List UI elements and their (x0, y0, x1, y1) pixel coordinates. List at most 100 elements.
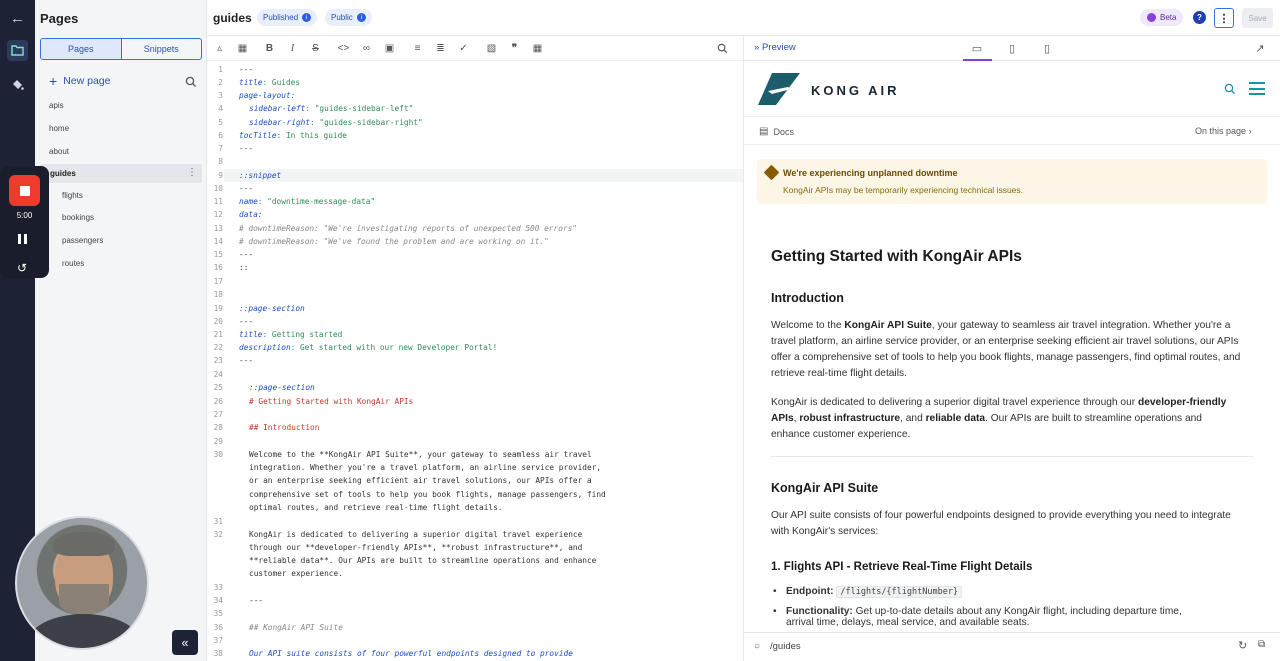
code-line: page-layout: (239, 91, 296, 100)
code-line: # Getting Started with KongAir APIs (249, 397, 414, 406)
sidebar-item-about[interactable]: about (49, 147, 69, 156)
sidebar-item-apis[interactable]: apis (49, 101, 64, 110)
collapse-sidebar-button[interactable]: « (172, 630, 198, 655)
search-icon[interactable] (716, 42, 729, 55)
warning-icon (763, 164, 780, 181)
code-line: name: "downtime-message-data" (239, 197, 376, 206)
help-icon[interactable]: ? (1193, 11, 1206, 24)
kong-air-logo (758, 73, 800, 105)
code-line: ## Introduction (249, 423, 320, 432)
info-icon: i (356, 13, 366, 22)
bold-icon[interactable]: B (263, 42, 276, 55)
code-line: ::page-section (239, 304, 305, 313)
document-title: guides (213, 11, 252, 25)
copy-icon[interactable]: ⧉ (1258, 639, 1265, 650)
docs-toggle[interactable]: ▤ Docs (759, 126, 794, 137)
code-line: ## KongAir API Suite (249, 623, 343, 632)
code-line: --- (239, 356, 254, 365)
line-number: 27 (213, 410, 223, 419)
code-line: title: Getting started (239, 330, 343, 339)
stop-recording-button[interactable] (9, 175, 40, 206)
restart-icon[interactable]: ↺ (17, 261, 27, 275)
image-icon[interactable]: ▣ (383, 42, 396, 55)
link-icon[interactable]: ∞ (360, 42, 373, 55)
line-number: 31 (213, 517, 223, 526)
code-line: --- (239, 250, 254, 259)
code-line: customer experience. (249, 569, 343, 578)
code-line: KongAir is dedicated to delivering a sup… (249, 530, 583, 539)
tab-snippets[interactable]: Snippets (120, 39, 202, 59)
desktop-view-icon[interactable]: ▭ (970, 41, 984, 55)
list-item: Endpoint: /flights/{flightNumber} (773, 586, 1246, 598)
preview-url-bar: ○ /guides ↻ ⧉ (743, 632, 1280, 661)
task-list-icon[interactable]: ✓ (457, 42, 470, 55)
bullet-list-icon[interactable]: ≡ (411, 42, 424, 55)
open-external-icon[interactable]: ↗ (1253, 41, 1267, 55)
quote-icon[interactable]: ❞ (508, 42, 521, 55)
cube-icon[interactable]: ▵ (213, 42, 226, 55)
save-button[interactable]: Save (1242, 8, 1273, 28)
item-menu-icon[interactable]: ⋮ (187, 167, 197, 178)
page-heading: Getting Started with KongAir APIs (771, 248, 1022, 265)
line-number: 15 (213, 250, 223, 259)
italic-icon[interactable]: I (286, 42, 299, 55)
search-icon[interactable] (1224, 83, 1236, 95)
markdown-editor[interactable]: 1 2 3 4 5 6 7 8 9 10 11 12 13 14 15 16 17 18 19 20 21 22 23 24 2… (207, 61, 743, 661)
preview-toggle[interactable]: » Preview (754, 42, 796, 53)
mobile-view-icon[interactable]: ▯ (1040, 41, 1054, 55)
code-line: description: Get started with our new De… (239, 343, 498, 352)
public-label: Public (331, 13, 353, 22)
line-number: 2 (218, 78, 223, 87)
line-number: 1 (218, 65, 223, 74)
more-options-button[interactable]: ⋮ (1214, 8, 1234, 28)
globe-icon: ○ (754, 641, 761, 652)
intro-paragraph: Welcome to the KongAir API Suite, your g… (771, 320, 1241, 379)
code-line: Welcome to the **KongAir API Suite**, yo… (249, 450, 592, 459)
line-number: 23 (213, 356, 223, 365)
paint-bucket-icon[interactable] (7, 74, 28, 95)
folder-icon[interactable] (7, 40, 28, 61)
code-icon[interactable]: <> (337, 42, 350, 55)
published-badge[interactable]: Published i (257, 9, 318, 26)
grid-icon[interactable]: ▦ (236, 42, 249, 55)
sidebar-item-guides[interactable]: guides (50, 169, 76, 178)
numbered-list-icon[interactable]: ≣ (434, 42, 447, 55)
section-heading-introduction: Introduction (771, 291, 844, 305)
new-page-button[interactable]: + New page (49, 73, 110, 89)
line-number: 18 (213, 290, 223, 299)
pause-icon[interactable] (18, 234, 30, 246)
line-number: 26 (213, 397, 223, 406)
refresh-icon[interactable]: ↻ (1238, 639, 1247, 652)
sidebar-icon: ▤ (759, 126, 769, 137)
tablet-view-icon[interactable]: ▯ (1005, 41, 1019, 55)
line-number: 6 (218, 131, 223, 140)
line-number: 12 (213, 210, 223, 219)
sidebar-subitem-routes[interactable]: routes (62, 259, 84, 268)
double-chevron-left-icon: « (181, 635, 189, 650)
plus-icon: + (49, 73, 58, 89)
sidebar-subitem-bookings[interactable]: bookings (62, 213, 94, 222)
menu-icon[interactable] (1249, 82, 1265, 95)
stop-icon (19, 185, 30, 196)
code-line: integration. Whether you're a travel pla… (249, 463, 602, 472)
sidebar-item-home[interactable]: home (49, 124, 69, 133)
code-block-icon[interactable]: ▧ (485, 42, 498, 55)
tab-pages[interactable]: Pages (41, 39, 121, 59)
code-line: **reliable data**. Our APIs are built to… (249, 556, 597, 565)
table-icon[interactable]: ▦ (531, 42, 544, 55)
search-icon[interactable] (185, 76, 197, 88)
back-arrow-icon[interactable]: ← (7, 8, 28, 29)
docs-label: Docs (773, 126, 794, 137)
sidebar-subitem-flights[interactable]: flights (62, 191, 83, 200)
line-number: 29 (213, 437, 223, 446)
double-chevron-right-icon: » (754, 42, 760, 53)
code-line: --- (239, 144, 254, 153)
on-this-page-toggle[interactable]: On this page › (1195, 126, 1252, 136)
sidebar-subitem-passengers[interactable]: passengers (62, 236, 103, 245)
code-line: ::page-section (249, 383, 315, 392)
url-path[interactable]: /guides (770, 641, 801, 652)
suite-paragraph: Our API suite consists of four powerful … (771, 510, 1231, 537)
strikethrough-icon[interactable]: S (309, 42, 322, 55)
line-number: 17 (213, 277, 223, 286)
public-badge[interactable]: Public i (325, 9, 372, 26)
